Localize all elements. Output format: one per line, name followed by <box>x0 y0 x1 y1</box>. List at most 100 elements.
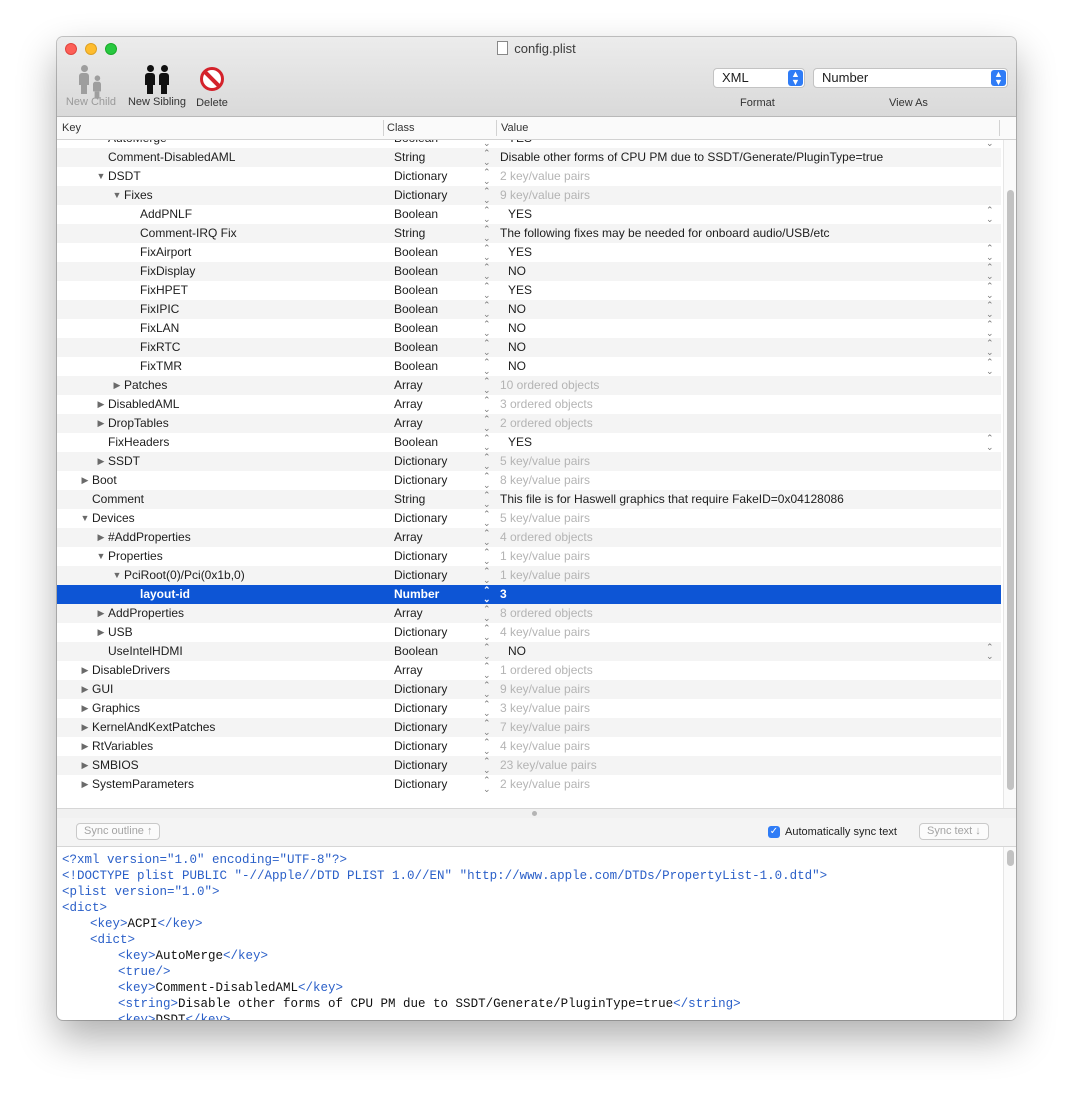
outline-row[interactable]: ▶ KernelAndKextPatches Dictionary ⌃ ⌄ 7 key/v… <box>57 718 1001 737</box>
outline-row[interactable]: ▶ SMBIOS Dictionary ⌃ ⌄ 23 key/value pairs <box>57 756 1001 775</box>
outline-row[interactable]: ▼ Properties Dictionary ⌃ ⌄ 1 key/value pairs <box>57 547 1001 566</box>
class-stepper-icon[interactable]: ⌃⌄ <box>483 472 491 490</box>
row-value[interactable]: 3 <box>500 585 507 604</box>
disclosure-closed-icon[interactable]: ▶ <box>80 737 90 756</box>
class-stepper-icon[interactable]: ⌃⌄ <box>483 206 491 224</box>
class-stepper-icon[interactable]: ⌃⌄ <box>483 624 491 642</box>
outline-row[interactable]: ▶ DropTables Array ⌃ ⌄ 2 ordered objects <box>57 414 1001 433</box>
class-stepper-icon[interactable]: ⌃⌄ <box>483 491 491 509</box>
class-stepper-icon[interactable]: ⌃⌄ <box>483 776 491 794</box>
outline-row[interactable]: ▶ Patches Array ⌃ ⌄ 10 ordered objects <box>57 376 1001 395</box>
row-class[interactable]: Boolean <box>394 243 438 262</box>
format-select[interactable]: XML ▲ ▼ <box>713 68 805 88</box>
class-stepper-icon[interactable]: ⌃⌄ <box>483 140 491 148</box>
class-stepper-icon[interactable]: ⌃⌄ <box>483 301 491 319</box>
row-class[interactable]: Boolean <box>394 140 438 148</box>
value-popup-icon[interactable]: ⌃⌄ <box>986 643 994 661</box>
row-class[interactable]: Number <box>394 585 439 604</box>
class-stepper-icon[interactable]: ⌃⌄ <box>483 263 491 281</box>
outline-row[interactable]: FixRTC Boolean ⌃ ⌄ NO ⌃ ⌄ <box>57 338 1001 357</box>
class-stepper-icon[interactable]: ⌃⌄ <box>483 320 491 338</box>
value-popup-icon[interactable]: ⌃⌄ <box>986 263 994 281</box>
row-class[interactable]: Array <box>394 414 423 433</box>
row-value[interactable]: YES <box>508 140 532 148</box>
class-stepper-icon[interactable]: ⌃⌄ <box>483 605 491 623</box>
value-popup-icon[interactable]: ⌃⌄ <box>986 434 994 452</box>
row-class[interactable]: Dictionary <box>394 699 447 718</box>
class-stepper-icon[interactable]: ⌃⌄ <box>483 187 491 205</box>
class-stepper-icon[interactable]: ⌃⌄ <box>483 757 491 775</box>
outline-row[interactable]: Comment String ⌃ ⌄ This file is for Haswell … <box>57 490 1001 509</box>
row-class[interactable]: Dictionary <box>394 718 447 737</box>
row-class[interactable]: String <box>394 148 425 167</box>
disclosure-closed-icon[interactable]: ▶ <box>96 452 106 471</box>
outline-row[interactable]: ▶ Boot Dictionary ⌃ ⌄ 8 key/value pairs <box>57 471 1001 490</box>
row-class[interactable]: Array <box>394 661 423 680</box>
outline-row[interactable]: ▶ DisableDrivers Array ⌃ ⌄ 1 ordered objects <box>57 661 1001 680</box>
row-class[interactable]: Dictionary <box>394 509 447 528</box>
key-column-header[interactable]: Key <box>62 122 81 134</box>
row-key[interactable]: Comment-DisabledAML <box>108 148 235 167</box>
outline-row[interactable]: ▼ Devices Dictionary ⌃ ⌄ 5 key/value pairs <box>57 509 1001 528</box>
row-key[interactable]: FixDisplay <box>140 262 195 281</box>
row-class[interactable]: Dictionary <box>394 547 447 566</box>
row-key[interactable]: USB <box>108 623 133 642</box>
row-key[interactable]: AddProperties <box>108 604 184 623</box>
class-stepper-icon[interactable]: ⌃⌄ <box>483 396 491 414</box>
outline-row[interactable]: ▶ SystemParameters Dictionary ⌃ ⌄ 2 key/value… <box>57 775 1001 794</box>
disclosure-closed-icon[interactable]: ▶ <box>80 471 90 490</box>
outline-row[interactable]: AddPNLF Boolean ⌃ ⌄ YES ⌃ ⌄ <box>57 205 1001 224</box>
outline-row[interactable]: ▶ AddProperties Array ⌃ ⌄ 8 ordered objects <box>57 604 1001 623</box>
class-stepper-icon[interactable]: ⌃⌄ <box>483 510 491 528</box>
row-key[interactable]: Patches <box>124 376 167 395</box>
disclosure-closed-icon[interactable]: ▶ <box>80 661 90 680</box>
outline-row[interactable]: FixHPET Boolean ⌃ ⌄ YES ⌃ ⌄ <box>57 281 1001 300</box>
row-value[interactable]: NO <box>508 338 526 357</box>
disclosure-closed-icon[interactable]: ▶ <box>96 623 106 642</box>
row-key[interactable]: FixLAN <box>140 319 179 338</box>
row-class[interactable]: Dictionary <box>394 167 447 186</box>
row-key[interactable]: Comment <box>92 490 144 509</box>
column-divider[interactable] <box>496 120 497 136</box>
class-stepper-icon[interactable]: ⌃⌄ <box>483 225 491 243</box>
new-child-button[interactable]: New Child <box>63 63 119 108</box>
xml-scrollbar[interactable] <box>1003 847 1016 1020</box>
row-key[interactable]: SystemParameters <box>92 775 194 794</box>
disclosure-closed-icon[interactable]: ▶ <box>80 718 90 737</box>
disclosure-open-icon[interactable]: ▼ <box>112 566 122 585</box>
row-class[interactable]: Boolean <box>394 205 438 224</box>
row-key[interactable]: AutoMerge <box>108 140 167 148</box>
row-key[interactable]: Properties <box>108 547 163 566</box>
outline-row[interactable]: ▶ Graphics Dictionary ⌃ ⌄ 3 key/value pairs <box>57 699 1001 718</box>
row-key[interactable]: FixHeaders <box>108 433 169 452</box>
disclosure-closed-icon[interactable]: ▶ <box>96 528 106 547</box>
class-stepper-icon[interactable]: ⌃⌄ <box>483 415 491 433</box>
view-as-select[interactable]: Number ▲ ▼ <box>813 68 1008 88</box>
row-value[interactable]: YES <box>508 205 532 224</box>
disclosure-closed-icon[interactable]: ▶ <box>96 414 106 433</box>
disclosure-closed-icon[interactable]: ▶ <box>80 775 90 794</box>
outline-row-selected[interactable]: layout-id Number ⌃ ⌄ 3 <box>57 585 1001 604</box>
value-popup-icon[interactable]: ⌃⌄ <box>986 282 994 300</box>
row-class[interactable]: Boolean <box>394 338 438 357</box>
disclosure-closed-icon[interactable]: ▶ <box>80 680 90 699</box>
row-class[interactable]: Dictionary <box>394 756 447 775</box>
class-stepper-icon[interactable]: ⌃⌄ <box>483 548 491 566</box>
outline-view[interactable]: AutoMerge Boolean ⌃⌄ YES ⌃⌄ Comment-DisabledA… <box>57 140 1003 808</box>
outline-row[interactable]: ▼ Fixes Dictionary ⌃ ⌄ 9 key/value pairs <box>57 186 1001 205</box>
class-stepper-icon[interactable]: ⌃⌄ <box>483 244 491 262</box>
row-class[interactable]: Array <box>394 604 423 623</box>
row-key[interactable]: GUI <box>92 680 113 699</box>
row-key[interactable]: FixRTC <box>140 338 180 357</box>
row-value[interactable]: The following fixes may be needed for on… <box>500 224 830 243</box>
outline-row[interactable]: ▶ DisabledAML Array ⌃ ⌄ 3 ordered objects <box>57 395 1001 414</box>
class-stepper-icon[interactable]: ⌃⌄ <box>483 453 491 471</box>
outline-row[interactable]: ▶ GUI Dictionary ⌃ ⌄ 9 key/value pairs <box>57 680 1001 699</box>
class-stepper-icon[interactable]: ⌃⌄ <box>483 339 491 357</box>
outline-row[interactable]: AutoMerge Boolean ⌃⌄ YES ⌃⌄ <box>57 140 1001 148</box>
row-value[interactable]: NO <box>508 357 526 376</box>
row-key[interactable]: RtVariables <box>92 737 153 756</box>
outline-row[interactable]: UseIntelHDMI Boolean ⌃ ⌄ NO ⌃ ⌄ <box>57 642 1001 661</box>
disclosure-closed-icon[interactable]: ▶ <box>96 395 106 414</box>
row-class[interactable]: Dictionary <box>394 737 447 756</box>
